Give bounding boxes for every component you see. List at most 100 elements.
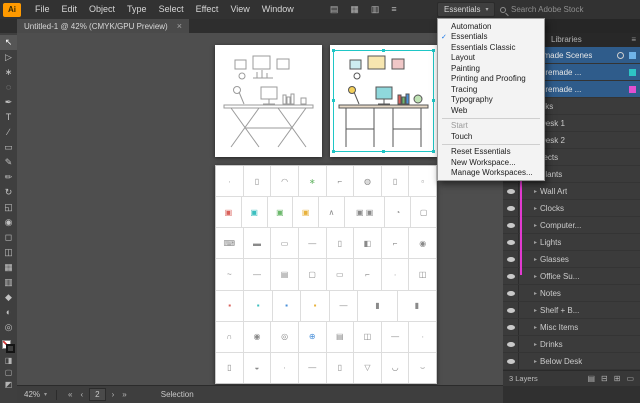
workspace-menu-item-printing-and-proofing[interactable]: Printing and Proofing	[438, 74, 544, 85]
visibility-toggle[interactable]	[503, 353, 519, 369]
expand-arrow-icon[interactable]: ▸	[531, 341, 540, 348]
workspace-menu-item-reset-essentials[interactable]: Reset Essentials	[438, 147, 544, 158]
zoom-dropdown-icon[interactable]: ▾	[44, 391, 47, 398]
workspace-menu-item-automation[interactable]: Automation	[438, 21, 544, 32]
width-tool[interactable]: ◉	[0, 215, 17, 230]
collect-for-export-icon[interactable]: ▤	[587, 374, 595, 383]
artboard-1-desk-scene-linework[interactable]	[215, 45, 322, 157]
layer-row-glasses[interactable]: ▸ Glasses	[503, 251, 640, 268]
lasso-tool[interactable]: ◌	[0, 80, 17, 95]
layer-row-wall-art[interactable]: ▸ Wall Art	[503, 183, 640, 200]
next-artboard-button[interactable]: ›	[110, 390, 117, 399]
bridge-icon[interactable]: ▤	[330, 4, 339, 15]
artboard-number-field[interactable]: 2	[89, 388, 106, 401]
visibility-toggle[interactable]	[503, 200, 519, 216]
visibility-toggle[interactable]	[503, 268, 519, 284]
free-transform-tool[interactable]: ◻	[0, 230, 17, 245]
layer-row-misc-items[interactable]: ▸ Misc Items	[503, 319, 640, 336]
workspace-menu-item-typography[interactable]: Typography	[438, 95, 544, 106]
share-icon[interactable]: ≡	[391, 4, 396, 15]
layer-row-shelf-b-[interactable]: ▸ Shelf + B...	[503, 302, 640, 319]
new-sublayer-icon[interactable]: ⊟	[601, 374, 608, 383]
expand-arrow-icon[interactable]: ▸	[531, 239, 540, 246]
new-layer-icon[interactable]: ⊞	[614, 374, 621, 383]
type-tool[interactable]: T	[0, 110, 17, 125]
menu-window[interactable]: Window	[256, 0, 300, 19]
workspace-switcher-button[interactable]: Essentials ▾	[437, 2, 496, 17]
workspace-menu-item-new-workspace-[interactable]: New Workspace...	[438, 157, 544, 168]
workspace-menu-item-essentials-classic[interactable]: Essentials Classic	[438, 42, 544, 53]
mesh-tool[interactable]: ▦	[0, 260, 17, 275]
menu-object[interactable]: Object	[83, 0, 121, 19]
layer-row-computer-[interactable]: ▸ Computer...	[503, 217, 640, 234]
layer-row-drinks[interactable]: ▸ Drinks	[503, 336, 640, 353]
expand-arrow-icon[interactable]: ▸	[531, 358, 540, 365]
line-segment-tool[interactable]: ∕	[0, 125, 17, 140]
expand-arrow-icon[interactable]: ▸	[531, 324, 540, 331]
fill-stroke-swatches[interactable]	[2, 340, 15, 353]
visibility-toggle[interactable]	[503, 251, 519, 267]
expand-arrow-icon[interactable]: ▸	[531, 307, 540, 314]
draw-mode-icon-1[interactable]: ◨	[5, 356, 13, 365]
magic-wand-tool[interactable]: ∗	[0, 65, 17, 80]
layer-row-below-desk[interactable]: ▸ Below Desk	[503, 353, 640, 370]
tab-libraries[interactable]: Libraries	[543, 33, 590, 47]
paintbrush-tool[interactable]: ✎	[0, 155, 17, 170]
visibility-toggle[interactable]	[503, 319, 519, 335]
target-circle-icon[interactable]	[617, 51, 624, 59]
visibility-toggle[interactable]	[503, 217, 519, 233]
delete-layer-icon[interactable]: ▭	[626, 374, 634, 383]
menu-edit[interactable]: Edit	[56, 0, 84, 19]
selection-tool[interactable]: ↖	[0, 35, 17, 50]
workspace-menu-item-essentials[interactable]: ✓ Essentials	[438, 32, 544, 43]
layer-row-lights[interactable]: ▸ Lights	[503, 234, 640, 251]
expand-arrow-icon[interactable]: ▸	[531, 273, 540, 280]
shape-builder-tool[interactable]: ◫	[0, 245, 17, 260]
visibility-toggle[interactable]	[503, 302, 519, 318]
menu-select[interactable]: Select	[153, 0, 190, 19]
menu-effect[interactable]: Effect	[190, 0, 225, 19]
document-setup-icon[interactable]: ▥	[371, 4, 380, 15]
workspace-menu-item-start[interactable]: Start	[438, 121, 544, 132]
document-tab[interactable]: Untitled-1 @ 42% (CMYK/GPU Preview) ×	[17, 19, 189, 33]
visibility-toggle[interactable]	[503, 336, 519, 352]
direct-selection-tool[interactable]: ▷	[0, 50, 17, 65]
layer-row-office-su-[interactable]: ▸ Office Su...	[503, 268, 640, 285]
scale-tool[interactable]: ◱	[0, 200, 17, 215]
canvas-pasteboard[interactable]: ∙ ▯ ◠ ∗ ⌐ ◍ ▯ ▫ ▣ ▣ ▣ ▣ ∧ ▣ ▣ ◔ ▢ ⌨ ▬ ▭ — ▯ ◧ ⌐ ◉ ~ — ▤ ▢ ▭ ⌐ ∙ ◫ ▪ ▪ ▪ ▪ — ▮…	[17, 33, 503, 385]
rectangle-tool[interactable]: ▭	[0, 140, 17, 155]
pen-tool[interactable]: ✒	[0, 95, 17, 110]
zoom-tool[interactable]: ◎	[0, 320, 17, 335]
draw-mode-icon-3[interactable]: ◩	[5, 380, 13, 389]
layer-row-notes[interactable]: ▸ Notes	[503, 285, 640, 302]
icon-set-artwork-panel[interactable]: ∙ ▯ ◠ ∗ ⌐ ◍ ▯ ▫ ▣ ▣ ▣ ▣ ∧ ▣ ▣ ◔ ▢ ⌨ ▬ ▭ — ▯ ◧ ⌐ ◉ ~ — ▤ ▢ ▭ ⌐ ∙ ◫ ▪ ▪ ▪ ▪ — ▮…	[215, 165, 437, 384]
last-artboard-button[interactable]: »	[120, 390, 128, 399]
workspace-menu-item-touch[interactable]: Touch	[438, 131, 544, 142]
workspace-menu-item-layout[interactable]: Layout	[438, 53, 544, 64]
workspace-menu-item-tracing[interactable]: Tracing	[438, 84, 544, 95]
expand-arrow-icon[interactable]: ▸	[531, 256, 540, 263]
stroke-swatch[interactable]	[6, 344, 15, 353]
eyedropper-tool[interactable]: ◆	[0, 290, 17, 305]
workspace-menu-item-web[interactable]: Web	[438, 105, 544, 116]
visibility-toggle[interactable]	[503, 234, 519, 250]
first-artboard-button[interactable]: «	[66, 390, 74, 399]
previous-artboard-button[interactable]: ‹	[78, 390, 85, 399]
expand-arrow-icon[interactable]: ▸	[531, 222, 540, 229]
expand-arrow-icon[interactable]: ▸	[531, 205, 540, 212]
panel-menu-icon[interactable]: ≡	[631, 33, 636, 47]
artboard-2-desk-scene-color-selected[interactable]	[330, 45, 437, 157]
search-adobe-stock-field[interactable]: Search Adobe Stock	[500, 3, 618, 16]
pencil-tool[interactable]: ✏	[0, 170, 17, 185]
workspace-menu-item-manage-workspaces-[interactable]: Manage Workspaces...	[438, 168, 544, 179]
visibility-toggle[interactable]	[503, 285, 519, 301]
menu-file[interactable]: File	[29, 0, 56, 19]
close-icon[interactable]: ×	[177, 21, 182, 31]
layer-row-clocks[interactable]: ▸ Clocks	[503, 200, 640, 217]
blend-tool[interactable]: ◐	[0, 305, 17, 320]
zoom-level[interactable]: 42%	[24, 390, 40, 399]
visibility-toggle[interactable]	[503, 183, 519, 199]
expand-arrow-icon[interactable]: ▸	[531, 188, 540, 195]
menu-view[interactable]: View	[224, 0, 255, 19]
rotate-tool[interactable]: ↻	[0, 185, 17, 200]
